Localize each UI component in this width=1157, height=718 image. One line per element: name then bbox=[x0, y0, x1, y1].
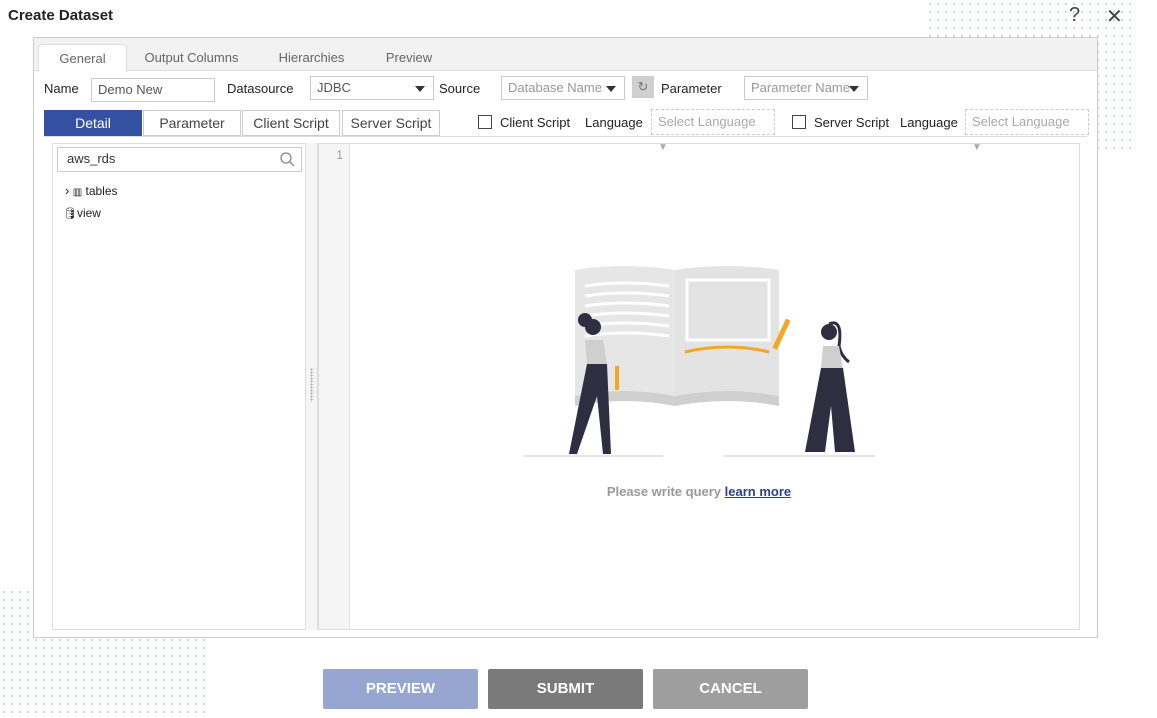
tree-item-tables[interactable]: › ▥ tables bbox=[65, 183, 118, 198]
question-icon[interactable]: ? bbox=[1069, 4, 1080, 27]
name-label: Name bbox=[44, 81, 79, 96]
tab-general[interactable]: General bbox=[38, 44, 127, 72]
tree-search-input[interactable]: aws_rds bbox=[57, 147, 302, 172]
source-select[interactable]: Database Name bbox=[501, 76, 625, 100]
refresh-icon[interactable]: ↻ bbox=[632, 76, 654, 98]
empty-state-text: Please write query bbox=[606, 484, 722, 499]
chevron-right-icon[interactable]: › bbox=[65, 183, 69, 198]
client-script-label: Client Script bbox=[500, 115, 571, 130]
datasource-value: JDBC bbox=[317, 80, 351, 95]
subtab-parameter[interactable]: Parameter bbox=[143, 110, 241, 136]
tree-item-label: view bbox=[76, 206, 101, 220]
tree-item-view[interactable]: 🛢view bbox=[63, 206, 101, 220]
name-input[interactable]: Demo New bbox=[91, 78, 215, 102]
divider bbox=[44, 136, 1087, 137]
subtab-client-script[interactable]: Client Script bbox=[242, 110, 340, 136]
datasource-label: Datasource bbox=[227, 81, 294, 96]
empty-state-illustration bbox=[523, 266, 875, 457]
source-label: Source bbox=[439, 81, 481, 96]
tree-item-label: tables bbox=[85, 184, 118, 198]
database-icon: 🛢 bbox=[63, 208, 77, 220]
server-language-placeholder: Select Language bbox=[972, 114, 1070, 129]
search-value: aws_rds bbox=[67, 151, 116, 166]
tab-output-columns[interactable]: Output Columns bbox=[134, 44, 249, 72]
client-language-select[interactable]: Select Language ▼ bbox=[651, 109, 775, 153]
server-script-checkbox[interactable] bbox=[792, 115, 806, 129]
subtab-server-script[interactable]: Server Script bbox=[342, 110, 440, 136]
tab-bar: General Output Columns Hierarchies Previ… bbox=[34, 38, 1097, 72]
query-editor[interactable]: 1 Please write query learn more bbox=[318, 143, 1080, 630]
server-language-select[interactable]: Select Language ▼ bbox=[965, 109, 1089, 153]
server-script-label: Server Script bbox=[814, 115, 890, 130]
client-language-placeholder: Select Language bbox=[658, 114, 756, 129]
line-gutter: 1 bbox=[319, 144, 350, 629]
tree-pane: aws_rds › ▥ tables 🛢view bbox=[52, 143, 306, 630]
parameter-label: Parameter bbox=[661, 81, 722, 96]
table-icon: ▥ bbox=[72, 187, 83, 198]
learn-more-link[interactable]: learn more bbox=[725, 484, 791, 499]
client-language-label: Language bbox=[585, 115, 643, 130]
empty-state: Please write query learn more bbox=[319, 484, 1079, 499]
server-language-label: Language bbox=[900, 115, 958, 130]
subtab-detail[interactable]: Detail bbox=[44, 110, 142, 136]
client-script-checkbox[interactable] bbox=[478, 115, 492, 129]
grip-icon bbox=[310, 368, 314, 402]
submit-button[interactable]: SUBMIT bbox=[488, 669, 643, 709]
resize-handle[interactable] bbox=[306, 143, 318, 630]
dialog-title: Create Dataset bbox=[8, 7, 114, 24]
preview-button[interactable]: PREVIEW bbox=[323, 669, 478, 709]
chevron-down-icon bbox=[849, 86, 859, 92]
chevron-down-icon bbox=[415, 86, 425, 92]
search-icon[interactable] bbox=[280, 152, 295, 167]
parameter-placeholder: Parameter Name bbox=[751, 80, 850, 95]
datasource-select[interactable]: JDBC bbox=[310, 76, 434, 100]
source-placeholder: Database Name bbox=[508, 80, 602, 95]
dataset-panel: General Output Columns Hierarchies Previ… bbox=[33, 37, 1098, 638]
tab-hierarchies[interactable]: Hierarchies bbox=[264, 44, 359, 72]
chevron-down-icon bbox=[606, 86, 616, 92]
parameter-select[interactable]: Parameter Name bbox=[744, 76, 868, 100]
cancel-button[interactable]: CANCEL bbox=[653, 669, 808, 709]
tab-preview[interactable]: Preview bbox=[369, 44, 449, 72]
close-icon[interactable]: ✕ bbox=[1106, 4, 1123, 29]
